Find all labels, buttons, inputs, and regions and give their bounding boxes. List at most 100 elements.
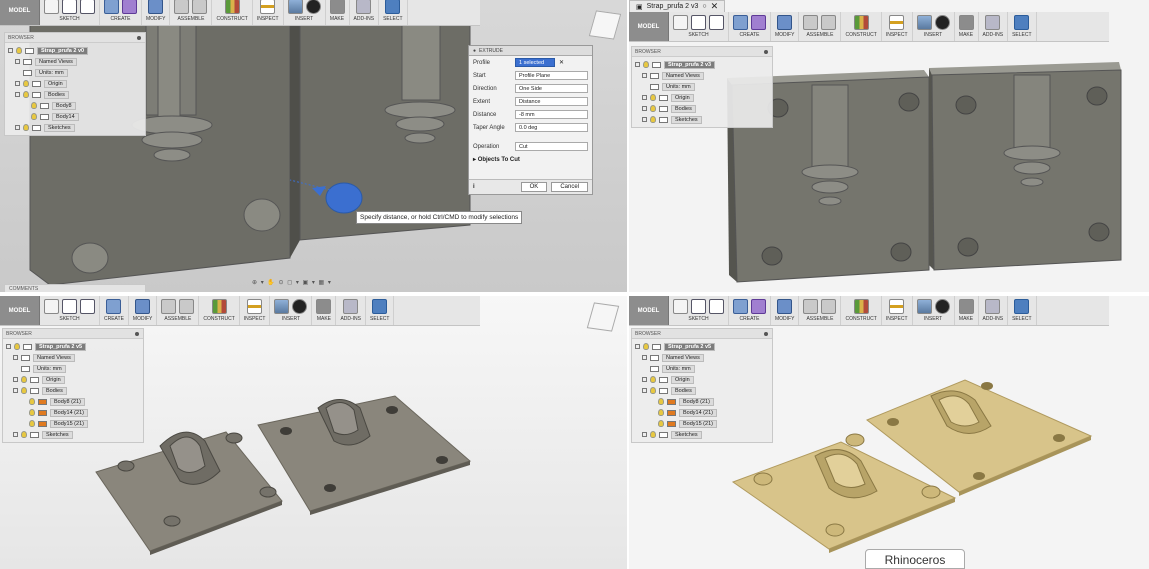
addins-menu[interactable]: ADD-INS (979, 296, 1009, 325)
assemble-menu[interactable]: ASSEMBLE (157, 296, 200, 325)
visibility-bulb-icon[interactable] (650, 376, 656, 383)
tree-named-views[interactable]: Named Views (3, 352, 143, 363)
visibility-bulb-icon[interactable] (14, 343, 20, 350)
create-menu[interactable]: CREATE (729, 296, 771, 325)
info-icon[interactable]: i (473, 184, 475, 190)
pin-icon[interactable] (135, 331, 139, 336)
create-menu[interactable]: CREATE (100, 0, 142, 25)
make-menu[interactable]: MAKE (955, 12, 979, 41)
tree-body[interactable]: Body15 (21) (3, 418, 143, 429)
insert-menu[interactable]: INSERT (270, 296, 313, 325)
visibility-bulb-icon[interactable] (650, 94, 656, 101)
clear-selection-icon[interactable]: ✕ (559, 59, 564, 66)
modify-menu[interactable]: MODIFY (771, 296, 800, 325)
tree-origin[interactable]: Origin (3, 374, 143, 385)
pin-icon[interactable] (764, 331, 768, 336)
tree-bodies[interactable]: Bodies (632, 385, 772, 396)
tree-origin[interactable]: Origin (5, 78, 145, 89)
visibility-bulb-icon[interactable] (643, 343, 649, 350)
insert-menu[interactable]: INSERT (913, 296, 955, 325)
model-workspace-button[interactable]: MODEL (629, 296, 669, 325)
visibility-bulb-icon[interactable] (650, 116, 656, 123)
select-menu[interactable]: SELECT (1008, 296, 1037, 325)
tree-units[interactable]: Units: mm (3, 363, 143, 374)
objects-to-cut-toggle[interactable]: ▸ Objects To Cut (469, 153, 592, 166)
cancel-button[interactable]: Cancel (551, 182, 588, 192)
modify-menu[interactable]: MODIFY (771, 12, 800, 41)
start-select[interactable]: Profile Plane (515, 71, 588, 80)
visibility-bulb-icon[interactable] (23, 124, 29, 131)
construct-menu[interactable]: CONSTRUCT (841, 12, 882, 41)
tree-body[interactable]: Body8 (5, 100, 145, 111)
direction-select[interactable]: One Side (515, 84, 588, 93)
visibility-bulb-icon[interactable] (23, 91, 29, 98)
make-menu[interactable]: MAKE (326, 0, 350, 25)
create-menu[interactable]: CREATE (729, 12, 771, 41)
tree-body[interactable]: Body14 (21) (632, 407, 772, 418)
tree-root[interactable]: Strap_prufa 2 v0 (5, 45, 145, 56)
tree-body[interactable]: Body8 (21) (3, 396, 143, 407)
sketch-menu[interactable]: SKETCH (40, 296, 100, 325)
visibility-bulb-icon[interactable] (21, 387, 27, 394)
visibility-bulb-icon[interactable] (16, 47, 22, 54)
visibility-bulb-icon[interactable] (29, 398, 35, 405)
make-menu[interactable]: MAKE (955, 296, 979, 325)
rhinoceros-taskbar-label[interactable]: Rhinoceros (865, 549, 965, 569)
modify-menu[interactable]: MODIFY (142, 0, 171, 25)
navigation-bar[interactable]: ⊕ ▾ ✋ ⊙ ◻ ▾ ▣ ▾ ▦ ▾ (252, 279, 332, 286)
construct-menu[interactable]: CONSTRUCT (841, 296, 882, 325)
tree-named-views[interactable]: Named Views (632, 352, 772, 363)
select-menu[interactable]: SELECT (1008, 12, 1037, 41)
tree-body[interactable]: Body15 (21) (632, 418, 772, 429)
visibility-bulb-icon[interactable] (650, 431, 656, 438)
select-menu[interactable]: SELECT (379, 0, 408, 25)
visibility-bulb-icon[interactable] (29, 409, 35, 416)
tree-units[interactable]: Units: mm (632, 363, 772, 374)
tree-bodies[interactable]: Bodies (3, 385, 143, 396)
inspect-menu[interactable]: INSPECT (882, 296, 913, 325)
tree-bodies[interactable]: Bodies (5, 89, 145, 100)
visibility-bulb-icon[interactable] (29, 420, 35, 427)
tree-root[interactable]: Strap_prufa 2 v5 (632, 341, 772, 352)
tree-units[interactable]: Units: mm (632, 81, 772, 92)
tree-sketches[interactable]: Sketches (632, 114, 772, 125)
taper-angle-input[interactable]: 0.0 deg (515, 123, 588, 132)
addins-menu[interactable]: ADD-INS (350, 0, 380, 25)
tree-bodies[interactable]: Bodies (632, 103, 772, 114)
visibility-bulb-icon[interactable] (658, 409, 664, 416)
visibility-bulb-icon[interactable] (643, 61, 649, 68)
tree-sketches[interactable]: Sketches (5, 122, 145, 133)
addins-menu[interactable]: ADD-INS (336, 296, 366, 325)
inspect-menu[interactable]: INSPECT (882, 12, 913, 41)
insert-menu[interactable]: INSERT (913, 12, 955, 41)
assemble-menu[interactable]: ASSEMBLE (799, 12, 842, 41)
inspect-menu[interactable]: INSPECT (253, 0, 284, 25)
tree-body[interactable]: Body14 (21) (3, 407, 143, 418)
ok-button[interactable]: OK (520, 182, 548, 192)
operation-select[interactable]: Cut (515, 142, 588, 151)
model-workspace-button[interactable]: MODEL (629, 12, 669, 41)
modify-menu[interactable]: MODIFY (129, 296, 158, 325)
tree-body[interactable]: Body8 (21) (632, 396, 772, 407)
construct-menu[interactable]: CONSTRUCT (199, 296, 240, 325)
sketch-menu[interactable]: SKETCH (40, 0, 100, 25)
visibility-bulb-icon[interactable] (650, 105, 656, 112)
model-workspace-button[interactable]: MODEL (0, 0, 40, 25)
inspect-menu[interactable]: INSPECT (240, 296, 271, 325)
tree-sketches[interactable]: Sketches (632, 429, 772, 440)
tree-sketches[interactable]: Sketches (3, 429, 143, 440)
model-workspace-button[interactable]: MODEL (0, 296, 40, 325)
addins-menu[interactable]: ADD-INS (979, 12, 1009, 41)
insert-menu[interactable]: INSERT (284, 0, 326, 25)
visibility-bulb-icon[interactable] (658, 420, 664, 427)
visibility-bulb-icon[interactable] (658, 398, 664, 405)
tree-origin[interactable]: Origin (632, 374, 772, 385)
pin-icon[interactable] (764, 49, 768, 54)
tree-root[interactable]: Strap_prufa 2 v3 (632, 59, 772, 70)
visibility-bulb-icon[interactable] (650, 387, 656, 394)
close-tab-icon[interactable]: ✕ (711, 1, 719, 12)
create-menu[interactable]: CREATE (100, 296, 129, 325)
comments-panel[interactable]: COMMENTS (4, 284, 146, 292)
make-menu[interactable]: MAKE (312, 296, 337, 325)
tree-root[interactable]: Strap_prufa 2 v5 (3, 341, 143, 352)
